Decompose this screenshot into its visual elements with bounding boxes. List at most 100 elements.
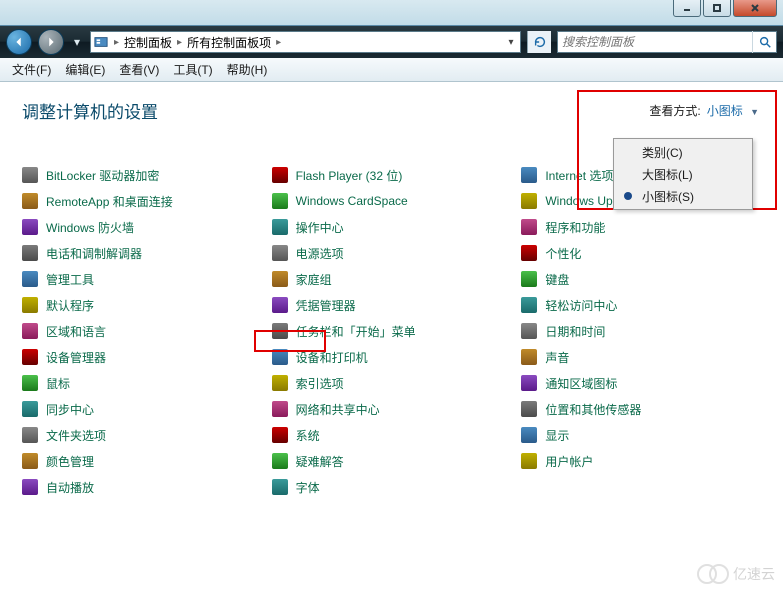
- breadcrumb-separator: ▸: [111, 37, 122, 48]
- control-panel-item[interactable]: 字体: [272, 477, 512, 497]
- item-label: 声音: [545, 349, 569, 366]
- control-panel-item[interactable]: 文件夹选项: [22, 425, 262, 445]
- breadcrumb-separator: ▸: [273, 37, 284, 48]
- control-panel-item[interactable]: 索引选项: [272, 373, 512, 393]
- control-panel-item[interactable]: Windows CardSpace: [272, 191, 512, 211]
- minimize-button[interactable]: [673, 0, 701, 17]
- item-label: BitLocker 驱动器加密: [46, 167, 159, 184]
- back-button[interactable]: [6, 29, 32, 55]
- control-panel-item[interactable]: 设备管理器: [22, 347, 262, 367]
- item-icon: [22, 375, 38, 391]
- control-panel-item[interactable]: RemoteApp 和桌面连接: [22, 191, 262, 211]
- control-panel-item[interactable]: 管理工具: [22, 269, 262, 289]
- control-panel-item[interactable]: 位置和其他传感器: [521, 399, 761, 419]
- menu-help[interactable]: 帮助(H): [221, 59, 274, 80]
- item-label: 字体: [296, 479, 320, 496]
- control-panel-item[interactable]: 键盘: [521, 269, 761, 289]
- item-icon: [22, 271, 38, 287]
- item-icon: [272, 375, 288, 391]
- item-label: 日期和时间: [545, 323, 605, 340]
- search-box: [557, 31, 777, 53]
- control-panel-item[interactable]: 轻松访问中心: [521, 295, 761, 315]
- control-panel-item[interactable]: 用户帐户: [521, 451, 761, 471]
- item-icon: [272, 323, 288, 339]
- control-panel-item[interactable]: 鼠标: [22, 373, 262, 393]
- address-dropdown[interactable]: ▾: [502, 37, 520, 48]
- view-mode-dropdown[interactable]: 小图标 ▼: [705, 102, 761, 119]
- item-icon: [22, 479, 38, 495]
- item-label: 网络和共享中心: [296, 401, 380, 418]
- control-panel-item[interactable]: 程序和功能: [521, 217, 761, 237]
- breadcrumb-part-1[interactable]: 控制面板: [122, 34, 174, 51]
- item-label: 电源选项: [296, 245, 344, 262]
- menu-view[interactable]: 查看(V): [113, 59, 165, 80]
- item-label: 凭据管理器: [296, 297, 356, 314]
- item-label: 同步中心: [46, 401, 94, 418]
- item-label: 管理工具: [46, 271, 94, 288]
- history-dropdown[interactable]: ▾: [70, 32, 84, 52]
- breadcrumb-part-2[interactable]: 所有控制面板项: [185, 34, 273, 51]
- control-panel-item[interactable]: 电话和调制解调器: [22, 243, 262, 263]
- item-label: 疑难解答: [296, 453, 344, 470]
- view-option-large[interactable]: 大图标(L): [616, 163, 750, 185]
- control-panel-item[interactable]: 默认程序: [22, 295, 262, 315]
- item-label: Flash Player (32 位): [296, 167, 403, 184]
- close-button[interactable]: [733, 0, 777, 17]
- view-mode-value: 小图标: [707, 104, 743, 118]
- item-label: 设备管理器: [46, 349, 106, 366]
- content-area: 调整计算机的设置 查看方式: 小图标 ▼ 类别(C) 大图标(L) 小图标(S)…: [0, 82, 783, 590]
- item-icon: [521, 245, 537, 261]
- control-panel-item[interactable]: 声音: [521, 347, 761, 367]
- view-option-small[interactable]: 小图标(S): [616, 185, 750, 207]
- control-panel-item[interactable]: Flash Player (32 位): [272, 165, 512, 185]
- control-panel-item[interactable]: 区域和语言: [22, 321, 262, 341]
- control-panel-item[interactable]: Windows 防火墙: [22, 217, 262, 237]
- item-label: 任务栏和「开始」菜单: [296, 323, 416, 340]
- item-icon: [521, 297, 537, 313]
- refresh-button[interactable]: [527, 31, 551, 53]
- view-option-label: 小图标(S): [642, 188, 694, 205]
- control-panel-item[interactable]: 自动播放: [22, 477, 262, 497]
- control-panel-item[interactable]: 任务栏和「开始」菜单: [272, 321, 512, 341]
- control-panel-item[interactable]: 显示: [521, 425, 761, 445]
- item-icon: [272, 245, 288, 261]
- control-panel-item[interactable]: 电源选项: [272, 243, 512, 263]
- address-bar[interactable]: ▸ 控制面板 ▸ 所有控制面板项 ▸ ▾: [90, 31, 521, 53]
- control-panel-item[interactable]: 通知区域图标: [521, 373, 761, 393]
- control-panel-item[interactable]: 日期和时间: [521, 321, 761, 341]
- item-icon: [22, 297, 38, 313]
- item-icon: [272, 401, 288, 417]
- control-panel-item[interactable]: 凭据管理器: [272, 295, 512, 315]
- view-mode-menu: 类别(C) 大图标(L) 小图标(S): [613, 138, 753, 210]
- item-icon: [521, 193, 537, 209]
- control-panel-item[interactable]: 系统: [272, 425, 512, 445]
- item-icon: [272, 349, 288, 365]
- control-panel-item[interactable]: 个性化: [521, 243, 761, 263]
- item-label: 电话和调制解调器: [46, 245, 142, 262]
- search-icon[interactable]: [752, 31, 776, 53]
- view-option-label: 大图标(L): [642, 166, 693, 183]
- view-mode-row: 查看方式: 小图标 ▼ 类别(C) 大图标(L) 小图标(S): [649, 102, 761, 119]
- control-panel-item[interactable]: BitLocker 驱动器加密: [22, 165, 262, 185]
- maximize-button[interactable]: [703, 0, 731, 17]
- control-panel-item[interactable]: 设备和打印机: [272, 347, 512, 367]
- menubar: 文件(F) 编辑(E) 查看(V) 工具(T) 帮助(H): [0, 58, 783, 82]
- menu-tools[interactable]: 工具(T): [167, 59, 218, 80]
- control-panel-item[interactable]: 网络和共享中心: [272, 399, 512, 419]
- item-icon: [272, 297, 288, 313]
- item-label: 位置和其他传感器: [545, 401, 641, 418]
- item-label: 轻松访问中心: [545, 297, 617, 314]
- search-input[interactable]: [558, 35, 752, 49]
- menu-edit[interactable]: 编辑(E): [59, 59, 111, 80]
- item-icon: [22, 219, 38, 235]
- forward-button[interactable]: [38, 29, 64, 55]
- control-panel-item[interactable]: 同步中心: [22, 399, 262, 419]
- watermark-text: 亿速云: [733, 564, 775, 584]
- menu-file[interactable]: 文件(F): [6, 59, 57, 80]
- view-option-category[interactable]: 类别(C): [616, 141, 750, 163]
- item-icon: [521, 349, 537, 365]
- control-panel-item[interactable]: 家庭组: [272, 269, 512, 289]
- control-panel-item[interactable]: 疑难解答: [272, 451, 512, 471]
- control-panel-item[interactable]: 颜色管理: [22, 451, 262, 471]
- control-panel-item[interactable]: 操作中心: [272, 217, 512, 237]
